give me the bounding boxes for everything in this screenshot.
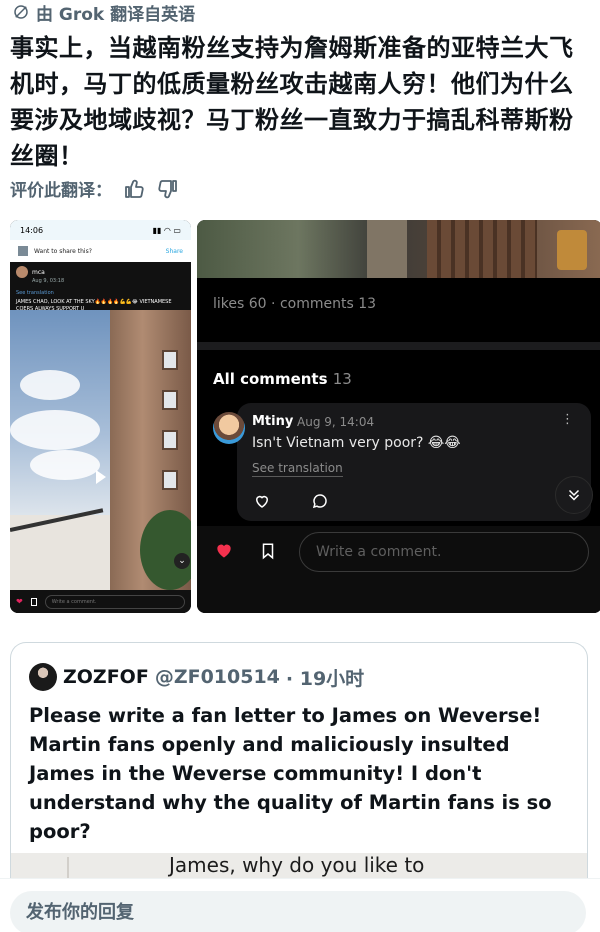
phone-username: mca [32,268,45,276]
quoted-timestamp: · 19小时 [285,667,365,690]
bookmark-icon [30,597,37,606]
phone-comment-input: Write a comment. [44,594,185,609]
all-comments-label: All comments [213,370,328,388]
photo-strip [197,220,600,278]
phone-status-bar: 14:06 ▮▮ ◠ ▭ [10,220,191,240]
all-comments-count: 13 [332,370,352,388]
comment-input: Write a comment. [299,532,589,572]
more-vertical-icon: ⋮ [561,412,574,427]
heart-icon: ❤ [16,597,23,606]
phone-post: mca Aug 9, 03:18 See translation JAMES C… [10,262,191,312]
rate-translation: 评价此翻译： [10,176,180,201]
window [162,470,178,490]
building-1 [367,220,407,278]
chevron-down-icon: ⌄ [174,553,190,569]
window [162,390,178,410]
quoted-author-handle: @ZF010514 [154,666,280,688]
avatar [29,663,57,691]
comment-text: Isn't Vietnam very poor? 😂😂 [252,435,461,451]
play-icon [96,470,106,484]
comments-label: comments [279,296,354,312]
no-translate-icon [14,5,28,19]
traffic-light [557,230,587,270]
translation-label: 由 Grok 翻译自英语 [12,0,196,25]
share-prompt: Want to share this? [34,247,92,255]
media-image-right[interactable]: likes 60 · comments 13 All comments 13 M… [197,220,600,613]
quoted-media-caption: James, why do you like to [169,853,425,877]
heart-filled-icon [217,544,231,558]
chevron-double-down-icon [555,476,593,514]
quoted-tweet-text: Please write a fan letter to James on We… [29,704,552,843]
quoted-author-name: ZOZFOF [63,666,149,688]
heart-outline-icon [255,495,269,508]
thumbs-up-icon[interactable] [122,177,146,201]
share-button: Share [165,247,183,255]
building-2 [427,220,537,278]
signal-icon: ▮▮ ◠ ▭ [152,225,181,235]
comments-count: 13 [358,296,377,312]
cloud [30,450,100,480]
post-stats: likes 60 · comments 13 [213,296,377,312]
phone-see-translation: See translation [16,290,54,296]
bookmark-icon [262,543,274,560]
likes-count: 60 [248,296,267,312]
translation-source: 由 Grok 翻译自英语 [36,4,196,25]
quoted-media: James, why do you like to [11,853,587,878]
comment-author: Mtiny [252,414,294,429]
window [162,430,178,450]
tree [140,510,191,590]
quoted-tweet[interactable]: ZOZFOF @ZF010514 · 19小时 Please write a f… [10,642,588,878]
likes-label: likes [213,296,245,312]
reply-bar: 发布你的回复 [0,878,600,932]
comment-see-translation: See translation [252,461,343,477]
cloud [20,370,80,400]
media-image-left[interactable]: 14:06 ▮▮ ◠ ▭ Want to share this? Share m… [10,220,191,613]
reply-input[interactable]: 发布你的回复 [10,891,586,932]
cloud [10,410,100,450]
phone-time: 14:06 [20,225,44,235]
phone-post-user: mca [16,266,185,278]
share-prompt-bar: Want to share this? Share [10,240,191,262]
rate-label: 评价此翻译： [10,181,112,201]
avatar [16,266,28,278]
quoted-tweet-header: ZOZFOF @ZF010514 · 19小时 [29,663,364,691]
all-comments-heading: All comments 13 [213,370,352,388]
comment-bubble-icon [312,494,327,509]
translated-tweet-text: 事实上，当越南粉丝支持为詹姆斯准备的亚特兰大飞机时，马丁的低质量粉丝攻击越南人穷… [10,34,574,170]
image-detail [67,857,69,878]
phone-comment-bar: ❤ Write a comment. [10,590,191,613]
avatar [213,412,245,444]
phone-video [10,310,191,590]
divider [197,342,600,350]
thumbs-down-icon[interactable] [156,177,180,201]
share-thumbnail [18,246,28,256]
comment-date: Aug 9, 14:04 [297,415,375,429]
phone-post-date: Aug 9, 03:18 [32,278,65,284]
window [162,350,178,370]
